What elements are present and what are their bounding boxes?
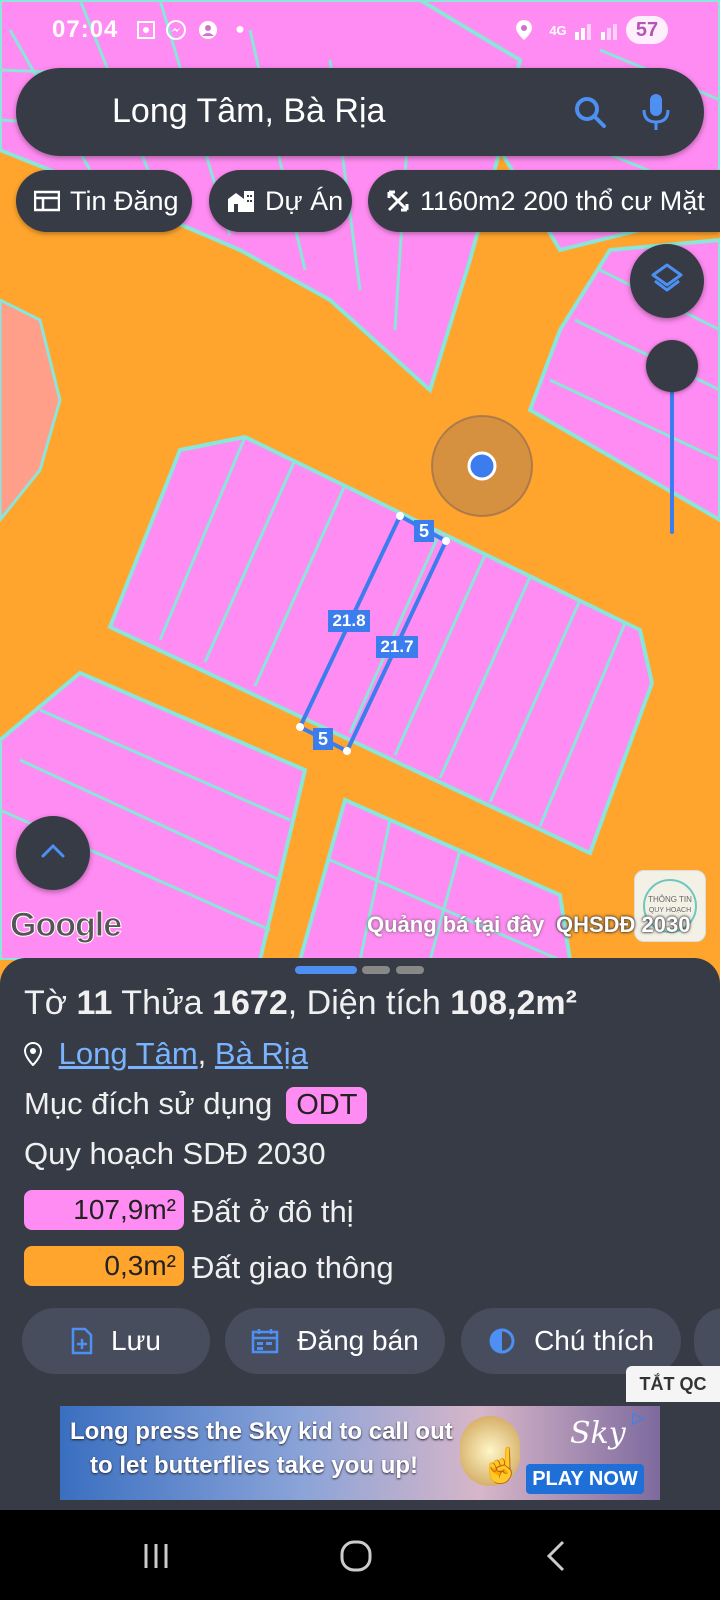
measure-label-left: 21.8: [328, 610, 370, 632]
usage-label: Mục đích sử dụng: [24, 1086, 273, 1121]
chevron-up-icon: [40, 843, 66, 864]
chip-label: Tin Đăng: [70, 185, 179, 216]
search-bar[interactable]: Long Tâm, Bà Rịa: [16, 68, 704, 156]
parcel-title: Tờ 11 Thửa 1672, Diện tích 108,2m²: [24, 984, 577, 1023]
sheet-handle-dot[interactable]: [362, 966, 390, 974]
plan-label-traffic: Đất giao thông: [192, 1250, 394, 1285]
chip-label: Dự Án: [265, 185, 344, 216]
play-now-button[interactable]: PLAY NOW: [526, 1464, 644, 1494]
parcel-number: 1672: [212, 984, 288, 1022]
title-mid: Thửa: [112, 984, 213, 1022]
network-type: 4G: [549, 22, 567, 38]
recent-apps-icon[interactable]: [134, 1534, 178, 1578]
legend-label: Chú thích: [534, 1325, 654, 1356]
ad-banner[interactable]: Long press the Sky kid to call out to le…: [60, 1406, 660, 1500]
svg-text:THÔNG TIN: THÔNG TIN: [648, 895, 692, 904]
save-plus-icon: [71, 1327, 93, 1355]
chip-label: 1160m2 200 thổ cư Mặt: [420, 185, 705, 216]
chip-saved-search[interactable]: 1160m2 200 thổ cư Mặt: [368, 170, 720, 232]
sheet-number: 11: [76, 984, 113, 1022]
contrast-icon: [488, 1327, 516, 1355]
usage-row: Mục đích sử dụng ODT: [24, 1086, 368, 1124]
title-prefix: Tờ: [24, 984, 77, 1022]
parcel-location: Long Tâm, Bà Rịa: [23, 1036, 308, 1074]
ad-brand-logo: Sky: [570, 1416, 626, 1451]
city-link[interactable]: Bà Rịa: [215, 1036, 308, 1071]
chip-du-an[interactable]: Dự Án: [209, 170, 352, 232]
post-sale-button[interactable]: Đăng bán: [225, 1308, 445, 1374]
layer-name-label: QHSDĐ 2030: [556, 912, 691, 937]
signal-icon-2: [598, 18, 622, 42]
account-icon: [196, 18, 220, 42]
calendar-icon: [251, 1328, 279, 1354]
signal-icon: [572, 18, 596, 42]
parcel-area: 108,2m²: [450, 984, 577, 1022]
measure-icon: [386, 189, 410, 213]
pin-icon: [23, 1038, 50, 1074]
usage-code-badge: ODT: [286, 1087, 368, 1124]
battery-indicator: 57: [626, 16, 668, 44]
promo-link[interactable]: Quảng bá tại đây: [367, 912, 544, 938]
screenshot-icon: [134, 18, 158, 42]
microphone-icon[interactable]: [632, 88, 680, 136]
location-comma: ,: [197, 1036, 207, 1071]
tap-hand-icon: ☝: [480, 1447, 523, 1485]
legend-button[interactable]: Chú thích: [461, 1308, 681, 1374]
plan-label-residential: Đất ở đô thị: [192, 1194, 354, 1229]
expand-button[interactable]: [16, 816, 90, 890]
ward-link[interactable]: Long Tâm: [59, 1036, 198, 1071]
hide-ads-button[interactable]: TẮT QC: [626, 1366, 720, 1402]
title-sep: , Diện tích: [287, 984, 451, 1022]
system-nav-bar: [0, 1510, 720, 1600]
search-icon[interactable]: [566, 88, 614, 136]
search-query[interactable]: Long Tâm, Bà Rịa: [112, 92, 385, 131]
save-label: Lưu: [111, 1325, 161, 1356]
measure-label-top: 5: [414, 520, 434, 542]
listing-icon: [34, 190, 60, 212]
post-sale-label: Đăng bán: [297, 1325, 419, 1356]
layers-icon: [650, 262, 684, 301]
layers-button[interactable]: [630, 244, 704, 318]
measure-label-right: 21.7: [376, 636, 418, 658]
plan-value-residential: 107,9m²: [24, 1190, 184, 1230]
plan-value-traffic: 0,3m²: [24, 1246, 184, 1286]
location-icon: [512, 18, 536, 42]
sheet-handle-dot[interactable]: [396, 966, 424, 974]
plan-title: Quy hoạch SDĐ 2030: [24, 1136, 326, 1171]
measure-label-bottom: 5: [313, 728, 333, 750]
messenger-icon: [164, 18, 188, 42]
ad-line-2: to let butterflies take you up!: [90, 1452, 419, 1479]
google-logo: Google: [9, 906, 122, 945]
opacity-slider-thumb[interactable]: [646, 340, 698, 392]
notification-dot-icon: ●: [235, 21, 245, 38]
home-icon[interactable]: [334, 1534, 378, 1578]
buildings-icon: [227, 189, 255, 213]
ad-line-1: Long press the Sky kid to call out: [70, 1418, 453, 1445]
save-button[interactable]: Lưu: [22, 1308, 210, 1374]
sheet-handle-active[interactable]: [295, 966, 357, 974]
status-bar: 07:04 ● 4G 57: [0, 0, 720, 60]
clock: 07:04: [52, 16, 119, 43]
back-icon[interactable]: [534, 1534, 578, 1578]
chip-tin-dang[interactable]: Tin Đăng: [16, 170, 192, 232]
adchoices-icon[interactable]: ▷: [632, 1408, 652, 1428]
